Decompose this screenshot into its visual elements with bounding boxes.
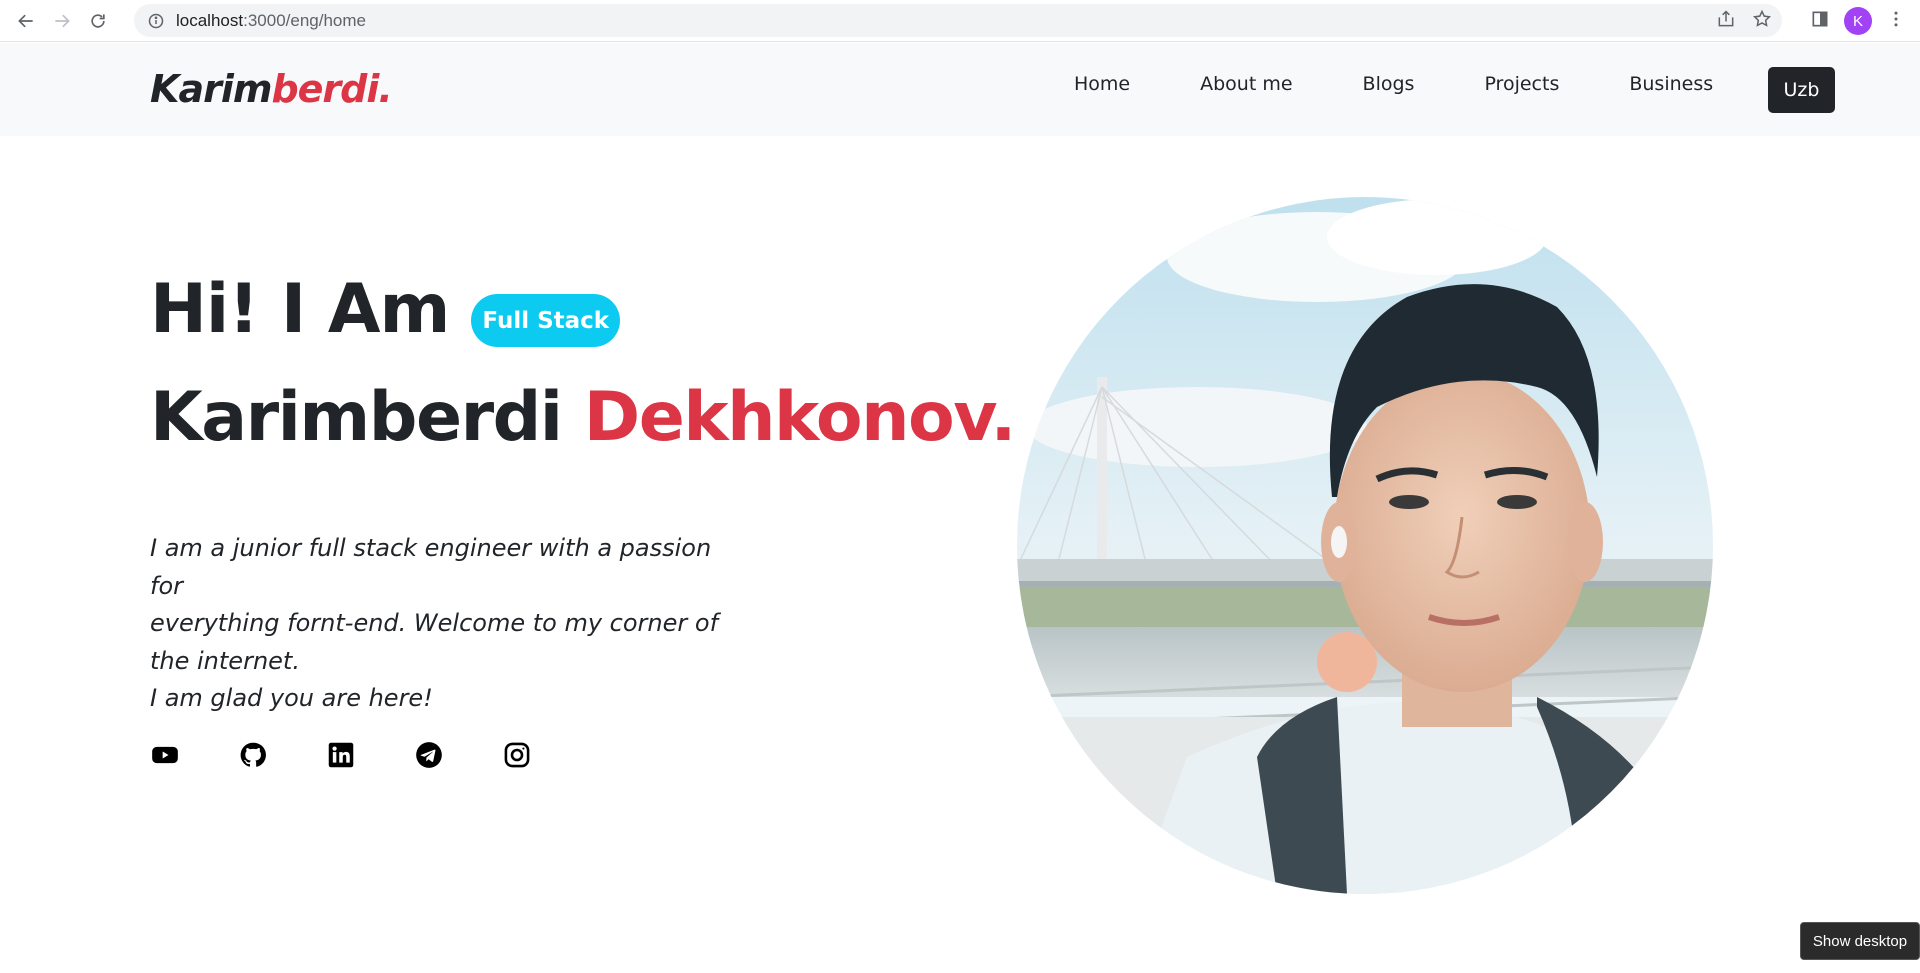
intro-line: I am glad you are here! xyxy=(150,684,433,712)
brand-logo[interactable]: Karimberdi. xyxy=(150,67,393,111)
forward-icon[interactable] xyxy=(44,3,80,39)
social-links xyxy=(150,740,590,770)
side-panel-icon[interactable] xyxy=(1810,9,1830,33)
profile-photo xyxy=(1017,197,1713,894)
telegram-icon[interactable] xyxy=(414,740,444,770)
url-host: localhost xyxy=(176,10,244,30)
reload-icon[interactable] xyxy=(80,3,116,39)
language-button[interactable]: Uzb xyxy=(1768,67,1835,113)
show-desktop-tooltip: Show desktop xyxy=(1800,922,1920,960)
bookmark-star-icon[interactable] xyxy=(1752,9,1772,33)
nav-links: Home About me Blogs Projects Business xyxy=(1074,73,1783,95)
intro-line: the internet. xyxy=(150,646,300,675)
url-path: :3000/eng/home xyxy=(243,10,366,30)
info-icon[interactable] xyxy=(148,13,164,29)
instagram-icon[interactable] xyxy=(502,740,532,770)
hero-name: Karimberdi Dekhkonov. xyxy=(150,378,1017,457)
intro-line: I am a junior full stack engineer with a… xyxy=(150,534,712,600)
hero-greeting-row: Hi! I Am Full Stack xyxy=(150,270,621,349)
nav-link-projects[interactable]: Projects xyxy=(1484,73,1559,95)
brand-part1: Karim xyxy=(150,67,272,111)
site-navbar: Karimberdi. Home About me Blogs Projects… xyxy=(0,43,1920,136)
hero-first-name: Karimberdi xyxy=(150,378,563,457)
profile-avatar[interactable]: K xyxy=(1844,7,1872,35)
share-icon[interactable] xyxy=(1716,9,1736,33)
hero-last-name: Dekhkonov. xyxy=(583,378,1017,457)
nav-link-blogs[interactable]: Blogs xyxy=(1363,73,1415,95)
hero-greeting: Hi! I Am xyxy=(150,270,450,349)
brand-part2: berdi. xyxy=(271,67,392,111)
role-badge: Full Stack xyxy=(471,294,621,347)
back-icon[interactable] xyxy=(8,3,44,39)
address-bar[interactable]: localhost:3000/eng/home xyxy=(134,4,1782,37)
nav-link-business[interactable]: Business xyxy=(1629,73,1713,95)
youtube-icon[interactable] xyxy=(150,740,180,770)
browser-toolbar: localhost:3000/eng/home K xyxy=(0,0,1920,42)
linkedin-icon[interactable] xyxy=(326,740,356,770)
url-text[interactable]: localhost:3000/eng/home xyxy=(176,11,366,31)
nav-link-about[interactable]: About me xyxy=(1200,73,1292,95)
intro-text: I am a junior full stack engineer with a… xyxy=(150,530,750,718)
github-icon[interactable] xyxy=(238,740,268,770)
menu-icon[interactable] xyxy=(1886,9,1906,33)
intro-line: everything fornt-end. Welcome to my corn… xyxy=(150,609,719,637)
nav-link-home[interactable]: Home xyxy=(1074,73,1130,95)
